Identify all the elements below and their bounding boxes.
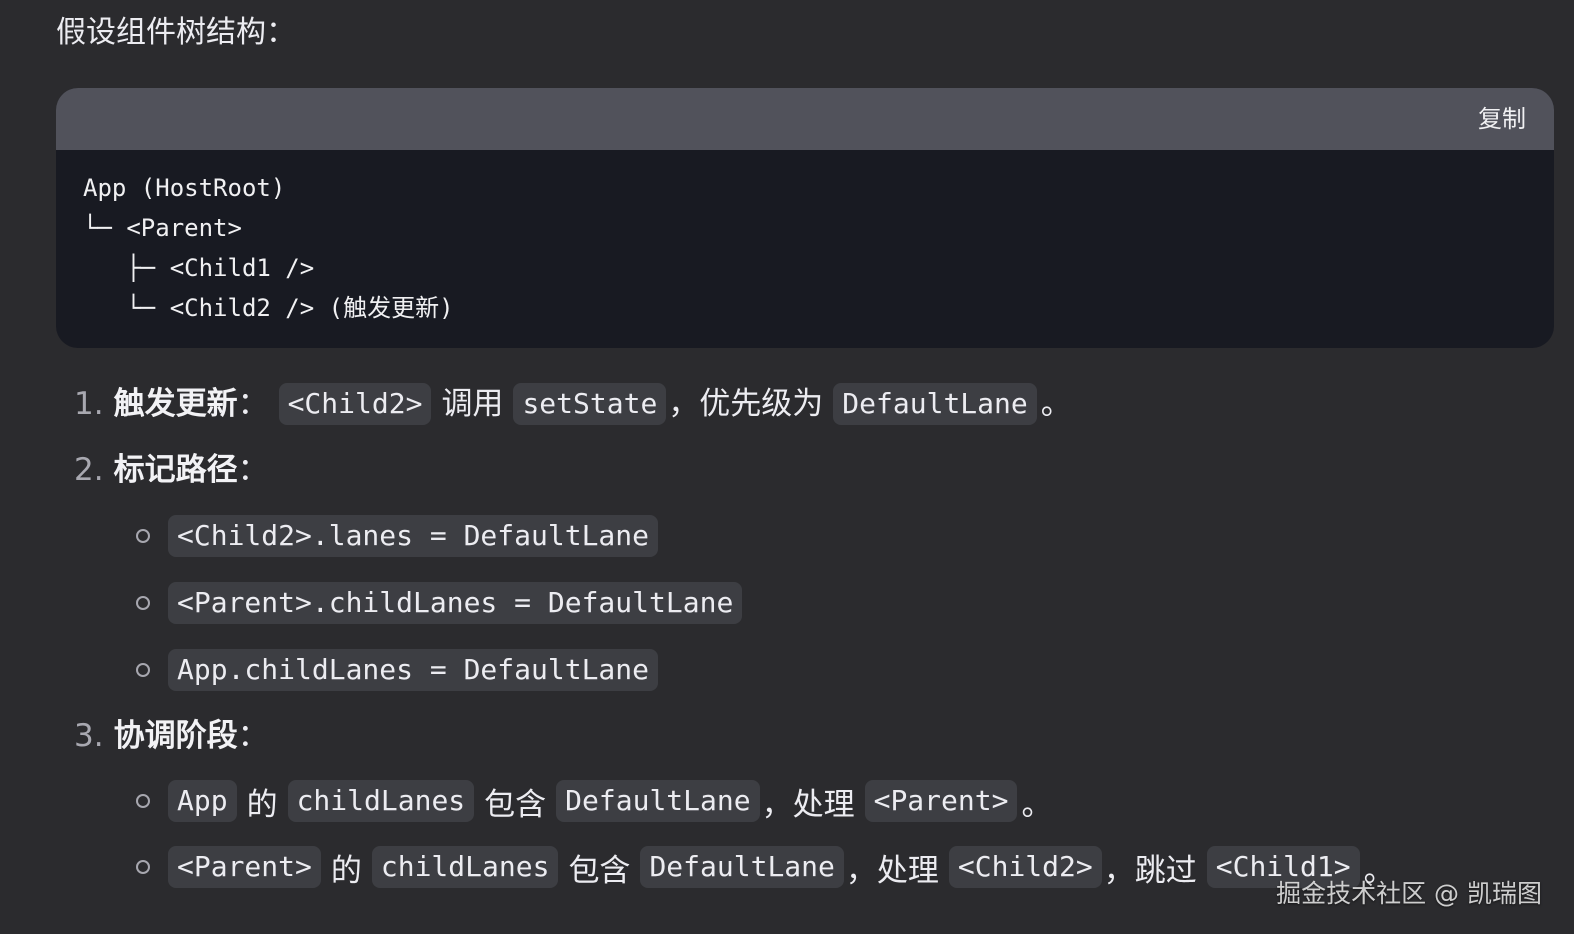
step-title: 触发更新 — [113, 386, 238, 422]
step-title-suffix: ： — [237, 452, 269, 488]
inline-code: <Parent> — [864, 780, 1018, 822]
inline-code: setState — [513, 383, 667, 425]
step-number: 3. — [74, 718, 104, 754]
step-3: 3. 协调阶段 ： — [74, 712, 277, 760]
inline-text: ，跳过 — [1103, 852, 1197, 889]
inline-code: <Parent> — [168, 846, 321, 888]
list-item: <Parent>.childLanes = DefaultLane — [136, 579, 744, 627]
inline-code: <Child2>.lanes = DefaultLane — [168, 515, 659, 557]
bullet-icon — [136, 529, 150, 543]
inline-code: App.childLanes = DefaultLane — [168, 649, 659, 691]
inline-text: 的 — [246, 786, 278, 823]
step-title-suffix: ： — [237, 386, 269, 422]
bullet-icon — [136, 663, 150, 677]
inline-text: 。 — [1040, 386, 1072, 422]
inline-text: 包含 — [568, 852, 631, 889]
inline-code: DefaultLane — [640, 846, 844, 888]
inline-text: 。 — [1021, 786, 1053, 823]
bullet-icon — [136, 794, 150, 808]
bullet-icon — [136, 860, 150, 874]
inline-code: <Child1> — [1206, 846, 1360, 888]
list-item: App.childLanes = DefaultLane — [136, 646, 660, 694]
inline-text: 的 — [330, 852, 362, 889]
inline-code: DefaultLane — [556, 780, 760, 822]
inline-text: ，处理 — [845, 852, 939, 889]
step-1: 1. 触发更新 ： <Child2> 调用 setState ，优先级为 Def… — [74, 380, 1080, 428]
inline-text: ，处理 — [761, 786, 855, 823]
step-number: 1. — [74, 386, 104, 422]
step-number: 2. — [74, 452, 104, 488]
bullet-icon — [136, 596, 150, 610]
inline-text: 调用 — [441, 386, 504, 422]
steps-list: 1. 触发更新 ： <Child2> 调用 setState ，优先级为 Def… — [0, 0, 1574, 934]
list-item: <Child2>.lanes = DefaultLane — [136, 512, 660, 560]
inline-text: 包含 — [484, 786, 547, 823]
step-title: 协调阶段 — [113, 718, 238, 754]
inline-code: <Parent>.childLanes = DefaultLane — [168, 582, 743, 624]
list-item: App 的 childLanes 包含 DefaultLane ，处理 <Par… — [136, 777, 1060, 825]
inline-code: <Child2> — [278, 383, 432, 425]
step-2: 2. 标记路径 ： — [74, 446, 277, 494]
list-item: <Parent> 的 childLanes 包含 DefaultLane ，处理… — [136, 843, 1403, 891]
inline-code: <Child2> — [948, 846, 1102, 888]
inline-code: childLanes — [371, 846, 559, 888]
step-title-suffix: ： — [237, 718, 269, 754]
inline-text: 。 — [1363, 852, 1395, 889]
inline-text: ，优先级为 — [668, 386, 824, 422]
inline-code: App — [168, 780, 237, 822]
step-title: 标记路径 — [113, 452, 238, 488]
inline-code: childLanes — [287, 780, 475, 822]
inline-code: DefaultLane — [833, 383, 1037, 425]
